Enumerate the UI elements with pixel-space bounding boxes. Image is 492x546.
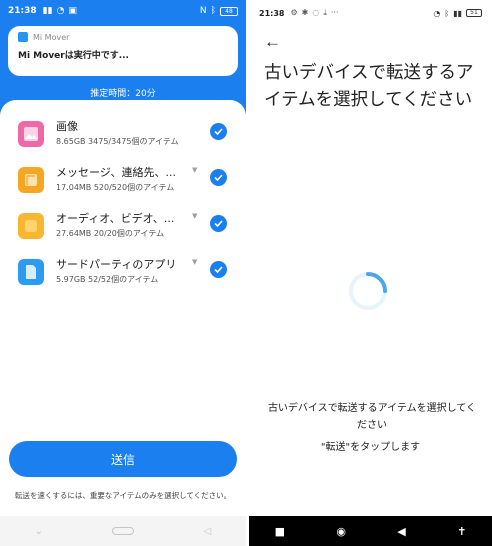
list-item-images[interactable]: 画像 8.65GB 3475/3475個のアイテム — [18, 118, 230, 158]
instruction-text: 古いデバイスで転送するアイテムを選択してください — [267, 403, 477, 431]
status-time: 21:38 — [8, 6, 37, 16]
notification-icon: ✱ — [301, 8, 309, 17]
notification-card[interactable]: Mi Mover Mi Moverは実行中です... — [8, 26, 238, 76]
navigation-bar: ■ ◉ ◀ ✝ — [249, 516, 492, 546]
battery-icon: 51 — [466, 9, 482, 17]
checkbox-checked-icon[interactable] — [210, 169, 227, 186]
folder-icon — [18, 213, 44, 239]
list-item-audio-video[interactable]: オーディオ、ビデオ、... 27.64MB 20/20個のアイテム ▼ — [18, 210, 230, 250]
signal-icon: ▮▮ — [453, 8, 462, 18]
speed-hint: 転送を速くするには、重要なアイテムのみを選択してください。 — [14, 491, 232, 500]
app-badge-icon: ▣ — [68, 6, 77, 16]
item-name: オーディオ、ビデオ、... — [56, 212, 175, 225]
checkbox-checked-icon[interactable] — [210, 215, 227, 232]
send-button[interactable]: 送信 — [9, 441, 237, 477]
image-icon — [18, 121, 44, 147]
chevron-down-icon[interactable]: ▼ — [192, 212, 197, 220]
back-arrow-icon[interactable]: ← — [264, 32, 281, 52]
more-icon: ··· — [330, 8, 339, 17]
settings-icon: ⚙ — [290, 8, 298, 17]
back-triangle-icon[interactable]: ◁ — [204, 526, 212, 537]
app-file-icon — [18, 259, 44, 285]
item-name: 画像 — [56, 120, 78, 133]
estimated-time: 推定時間：20分 — [90, 89, 156, 99]
item-detail: 27.64MB 20/20個のアイテム — [56, 229, 165, 238]
status-bar: 21:38 ▮▮ ◔ ▣ N ᛒ 48 — [0, 0, 246, 22]
checkbox-checked-icon[interactable] — [210, 261, 227, 278]
item-detail: 5.97GB 52/52個のアイテム — [56, 275, 159, 284]
wifi-icon: ◔ — [56, 6, 65, 16]
notification-title: Mi Moverは実行中です... — [18, 51, 129, 61]
item-name: サードパーティのアプリ — [56, 258, 177, 271]
page-title: 古いデバイスで転送するアイテムを選択してください — [264, 63, 474, 110]
message-icon — [18, 167, 44, 193]
checkbox-checked-icon[interactable] — [210, 123, 227, 140]
new-device-screen: 21:38 ⚙ ✱ ◌ ⤓ ··· ◔ ᛒ ▮▮ 51 ← 古いデバイスで転送す… — [249, 0, 492, 546]
bluetooth-icon: ᛒ — [210, 6, 216, 16]
recents-square-icon[interactable]: ■ — [275, 525, 285, 538]
location-icon: ◌ — [312, 8, 320, 17]
home-circle-icon[interactable]: ◉ — [336, 525, 346, 538]
nfc-icon: N — [199, 6, 207, 16]
home-pill-icon[interactable] — [112, 527, 135, 535]
mi-mover-app-icon — [18, 32, 28, 42]
item-detail: 8.65GB 3475/3475個のアイテム — [56, 137, 179, 146]
item-list-card: 画像 8.65GB 3475/3475個のアイテム メッセージ、連絡先、... … — [0, 100, 246, 440]
list-item-third-party-apps[interactable]: サードパーティのアプリ 5.97GB 52/52個のアイテム ▼ — [18, 256, 230, 296]
navigation-bar: ⌄ ◁ — [0, 516, 246, 546]
signal-icon: ▮▮ — [42, 6, 53, 16]
status-bar: 21:38 ⚙ ✱ ◌ ⤓ ··· ◔ ᛒ ▮▮ 51 — [249, 0, 492, 26]
loading-spinner-icon — [349, 272, 387, 310]
battery-icon: 48 — [220, 6, 238, 16]
menu-chevron-icon[interactable]: ⌄ — [35, 526, 43, 537]
download-icon: ⤓ — [323, 8, 327, 17]
bluetooth-icon: ᛒ — [444, 8, 450, 18]
accessibility-icon[interactable]: ✝ — [457, 525, 466, 538]
back-triangle-icon[interactable]: ◀ — [397, 525, 405, 538]
item-name: メッセージ、連絡先、... — [56, 166, 176, 179]
wifi-icon: ◔ — [433, 8, 441, 18]
list-item-messages[interactable]: メッセージ、連絡先、... 17.04MB 520/520個のアイテム ▼ — [18, 164, 230, 204]
notification-app-name: Mi Mover — [33, 32, 70, 42]
old-device-screen: 21:38 ▮▮ ◔ ▣ N ᛒ 48 Mi Mover Mi Moverは実行… — [0, 0, 246, 546]
chevron-down-icon[interactable]: ▼ — [192, 258, 197, 266]
status-time: 21:38 — [259, 8, 285, 18]
tap-instruction: "転送"をタップします — [320, 442, 421, 453]
chevron-down-icon[interactable]: ▼ — [192, 166, 197, 174]
item-detail: 17.04MB 520/520個のアイテム — [56, 183, 175, 192]
